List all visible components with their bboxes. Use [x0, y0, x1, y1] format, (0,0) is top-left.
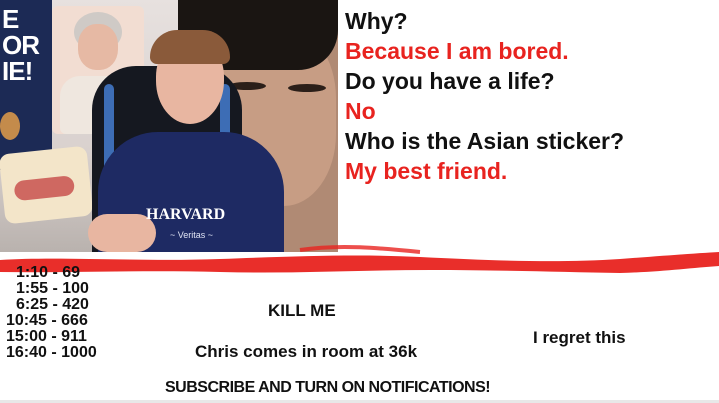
- timestamp-row: 10:45 - 666: [6, 312, 88, 329]
- answer-line: My best friend.: [345, 158, 508, 184]
- answer-line: No: [345, 98, 376, 124]
- timestamp-list: 1:10 - 69 1:55 - 100 6:25 - 420 10:45 - …: [6, 265, 146, 361]
- answer-line: Because I am bored.: [345, 38, 569, 64]
- shirt-text: HARVARD: [146, 206, 226, 223]
- cookie-image: [0, 112, 20, 140]
- blue-poster: E OR IE!: [0, 0, 52, 170]
- kill-me-note: KILL ME: [268, 301, 336, 320]
- dialogue-list: Why? Because I am bored. Do you have a l…: [345, 6, 715, 186]
- video-frame: E OR IE! HARVARD ~ Veritas ~ Why? Becaus…: [0, 0, 719, 403]
- question-line: Do you have a life?: [345, 68, 555, 94]
- timestamp-row: 1:10 - 69: [16, 264, 81, 281]
- sandwich-poster: [0, 145, 94, 225]
- poster-text-line: OR: [2, 30, 40, 60]
- poster-text-line: E: [2, 4, 19, 34]
- chris-note: Chris comes in room at 36k: [195, 342, 418, 361]
- person-hair: [150, 30, 230, 64]
- subscribe-note: SUBSCRIBE AND TURN ON NOTIFICATIONS!: [165, 379, 491, 396]
- timestamp-row: 1:55 - 100: [16, 280, 89, 297]
- poster-text-line: IE!: [2, 56, 33, 86]
- timestamp-row: 15:00 - 911: [6, 328, 87, 345]
- webcam-video: E OR IE! HARVARD ~ Veritas ~: [0, 0, 338, 252]
- question-line: Why?: [345, 8, 408, 34]
- timestamp-row: 6:25 - 420: [16, 296, 89, 313]
- timestamp-row: 16:40 - 1000: [6, 344, 97, 361]
- regret-note: I regret this: [533, 328, 626, 347]
- question-line: Who is the Asian sticker?: [345, 128, 625, 154]
